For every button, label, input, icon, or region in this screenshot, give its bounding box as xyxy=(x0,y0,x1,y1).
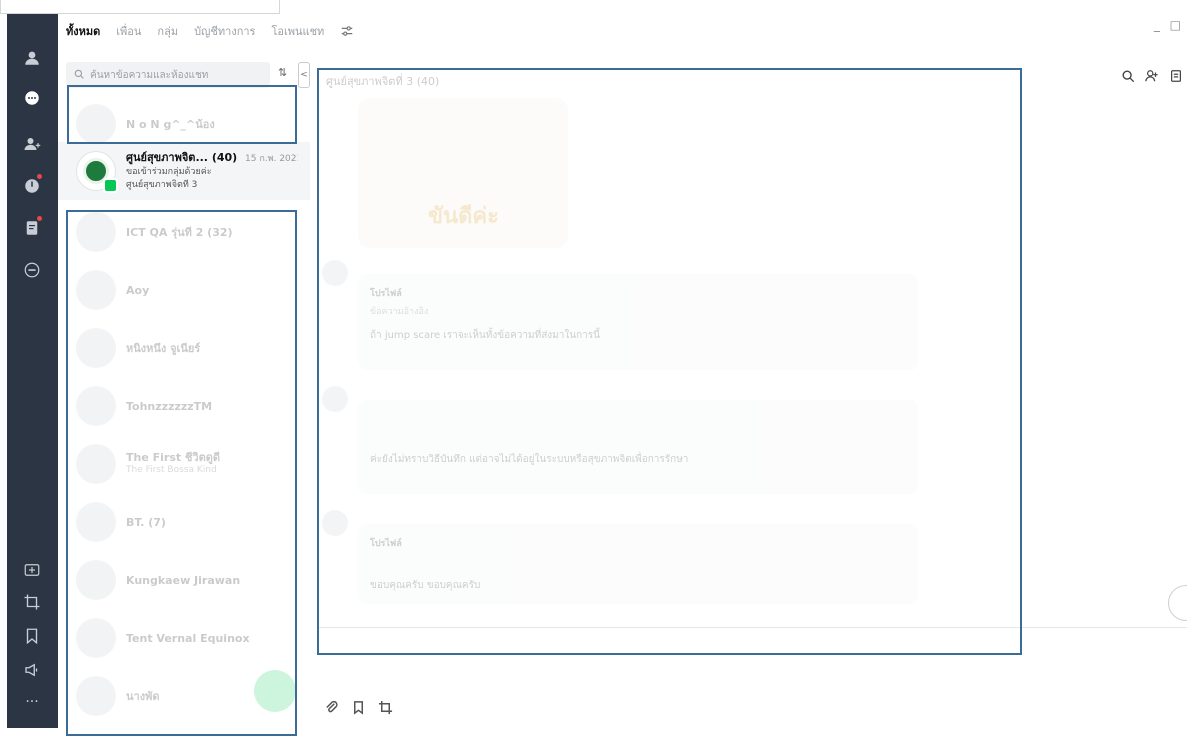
chat-item[interactable]: BT. (7) xyxy=(58,494,310,550)
scroll-to-bottom-button[interactable] xyxy=(1168,585,1187,621)
add-square-icon[interactable] xyxy=(20,558,44,582)
message-text: ขอบคุณครับ ขอบคุณครับ xyxy=(370,580,481,591)
paperclip-icon[interactable] xyxy=(324,700,339,719)
line-icon[interactable] xyxy=(20,258,44,282)
bookmark-icon[interactable] xyxy=(20,624,44,648)
avatar xyxy=(322,260,348,286)
chat-filter-tabs: ทั้งหมด เพื่อน กลุ่ม บัญชีทางการ โอเพนแช… xyxy=(66,20,354,42)
tab-groups[interactable]: กลุ่ม xyxy=(157,22,178,40)
chat-item[interactable]: Aoy xyxy=(58,262,310,318)
message-text: ค่ะยังไม่ทราบวิธีบันทึก แต่อาจไม่ได้อยู่… xyxy=(370,454,689,465)
chat-sub: ศูนย์สุขภาพจิตที่ 3 xyxy=(126,179,198,190)
chat-header-actions xyxy=(1121,68,1183,87)
group-badge-icon xyxy=(103,178,118,193)
chat-name: หนิงหนึ่ง จูเนียร์ xyxy=(126,341,201,355)
avatar xyxy=(76,502,116,542)
minimize-button[interactable]: _ xyxy=(1154,18,1160,32)
search-icon[interactable] xyxy=(1121,68,1135,87)
bookmark-icon[interactable] xyxy=(351,700,366,719)
chat-conversation: ศูนย์สุขภาพจิตที่ 3 (40) ขันดีค่ะ โปรไฟล… xyxy=(318,68,1020,654)
chat-item[interactable]: Kungkaew Jirawan xyxy=(58,552,310,608)
chat-preview: The First Bossa Kind xyxy=(126,465,217,475)
add-friend-icon[interactable] xyxy=(20,132,44,156)
chat-name: The First ชีวิตดูดี xyxy=(126,451,221,464)
crop-icon[interactable] xyxy=(378,700,393,719)
message-bubble[interactable]: ค่ะยังไม่ทราบวิธีบันทึก แต่อาจไม่ได้อยู่… xyxy=(358,400,918,494)
chat-icon[interactable] xyxy=(20,86,44,110)
notes-icon[interactable] xyxy=(20,216,44,240)
avatar xyxy=(76,386,116,426)
chat-name: Aoy xyxy=(126,283,150,297)
new-chat-fab[interactable] xyxy=(254,670,296,712)
chat-item[interactable]: The First ชีวิตดูดี The First Bossa Kind xyxy=(58,436,310,492)
search-placeholder: ค้นหาข้อความและห้องแชท xyxy=(90,69,209,81)
chat-list-panel: ค้นหาข้อความและห้องแชท ⇅ < N o N g^_^น้อ… xyxy=(58,52,310,728)
add-member-icon[interactable] xyxy=(1145,68,1159,87)
line-desktop-app: ··· ทั้งหมด เพื่อน กลุ่ม บัญชีทางการ โอเ… xyxy=(0,0,1187,742)
search-icon xyxy=(74,69,84,82)
avatar xyxy=(76,270,116,310)
top-strip xyxy=(0,0,280,14)
collapse-panel-button[interactable]: < xyxy=(298,62,310,88)
quoted-message: ข้อความอ้างอิง xyxy=(370,307,429,317)
avatar xyxy=(76,560,116,600)
message-sender: โปรไฟล์ xyxy=(370,289,402,299)
chat-item[interactable]: Tent Vernal Equinox xyxy=(58,610,310,666)
restore-button[interactable]: □ xyxy=(1170,18,1181,32)
avatar xyxy=(76,444,116,484)
chat-preview: ขอเข้าร่วมกลุ่มด้วยค่ะ xyxy=(126,166,212,177)
announce-icon[interactable] xyxy=(20,658,44,682)
tab-openchat[interactable]: โอเพนแชท xyxy=(271,22,324,40)
sort-icon[interactable]: ⇅ xyxy=(278,66,287,79)
clock-icon[interactable] xyxy=(20,174,44,198)
sticker-text: ขันดีค่ะ xyxy=(428,204,499,229)
message-text: ถ้า jump scare เราจะเห็นทั้งข้อความที่ส่… xyxy=(370,330,600,341)
chat-name: ศูนย์สุขภาพจิต... xyxy=(126,150,208,164)
avatar xyxy=(76,328,116,368)
notes-icon[interactable] xyxy=(1169,68,1183,87)
left-nav-rail: ··· xyxy=(7,14,58,728)
sticker-image: ขันดีค่ะ xyxy=(358,98,568,248)
tab-friends[interactable]: เพื่อน xyxy=(116,22,141,40)
notification-dot xyxy=(37,174,42,179)
avatar xyxy=(76,676,116,716)
chat-item-selected[interactable]: ศูนย์สุขภาพจิต... (40) 15 ก.พ. 2021 ขอเข… xyxy=(58,142,310,200)
filter-settings-icon[interactable] xyxy=(340,24,354,38)
notification-dot xyxy=(37,216,42,221)
avatar xyxy=(322,386,348,412)
chat-name: TohnzzzzzzTM xyxy=(126,399,213,413)
member-count: (40) xyxy=(211,150,238,164)
chat-item[interactable]: ICT QA รุ่นที่ 2 (32) xyxy=(58,204,310,260)
chat-name: BT. (7) xyxy=(126,515,166,529)
message-sender: โปรไฟล์ xyxy=(370,539,402,549)
composer-toolbar xyxy=(324,700,393,719)
avatar xyxy=(76,212,116,252)
tab-all[interactable]: ทั้งหมด xyxy=(66,22,100,40)
chat-name: ICT QA รุ่นที่ 2 (32) xyxy=(126,225,233,239)
chat-name: Kungkaew Jirawan xyxy=(126,573,241,587)
friends-icon[interactable] xyxy=(20,46,44,70)
avatar xyxy=(76,104,116,144)
chat-item[interactable]: TohnzzzzzzTM xyxy=(58,378,310,434)
crop-icon[interactable] xyxy=(20,590,44,614)
tab-official[interactable]: บัญชีทางการ xyxy=(194,22,255,40)
chat-item[interactable]: หนิงหนึ่ง จูเนียร์ xyxy=(58,320,310,376)
message-bubble[interactable]: โปรไฟล์ ขอบคุณครับ ขอบคุณครับ xyxy=(358,524,918,604)
composer-divider xyxy=(318,627,1187,628)
more-icon[interactable]: ··· xyxy=(20,690,44,714)
chat-name: N o N g^_^น้อง xyxy=(126,117,215,131)
avatar xyxy=(76,151,118,193)
message-bubble[interactable]: โปรไฟล์ ข้อความอ้างอิง ถ้า jump scare เร… xyxy=(358,274,918,370)
avatar xyxy=(322,510,348,536)
window-controls: _ □ xyxy=(1154,18,1181,32)
search-box[interactable]: ค้นหาข้อความและห้องแชท xyxy=(66,62,270,88)
chat-time: 15 ก.พ. 2021 xyxy=(245,153,298,164)
chat-name: Tent Vernal Equinox xyxy=(126,631,250,645)
avatar xyxy=(76,618,116,658)
chat-header-title: ศูนย์สุขภาพจิตที่ 3 (40) xyxy=(326,75,440,88)
